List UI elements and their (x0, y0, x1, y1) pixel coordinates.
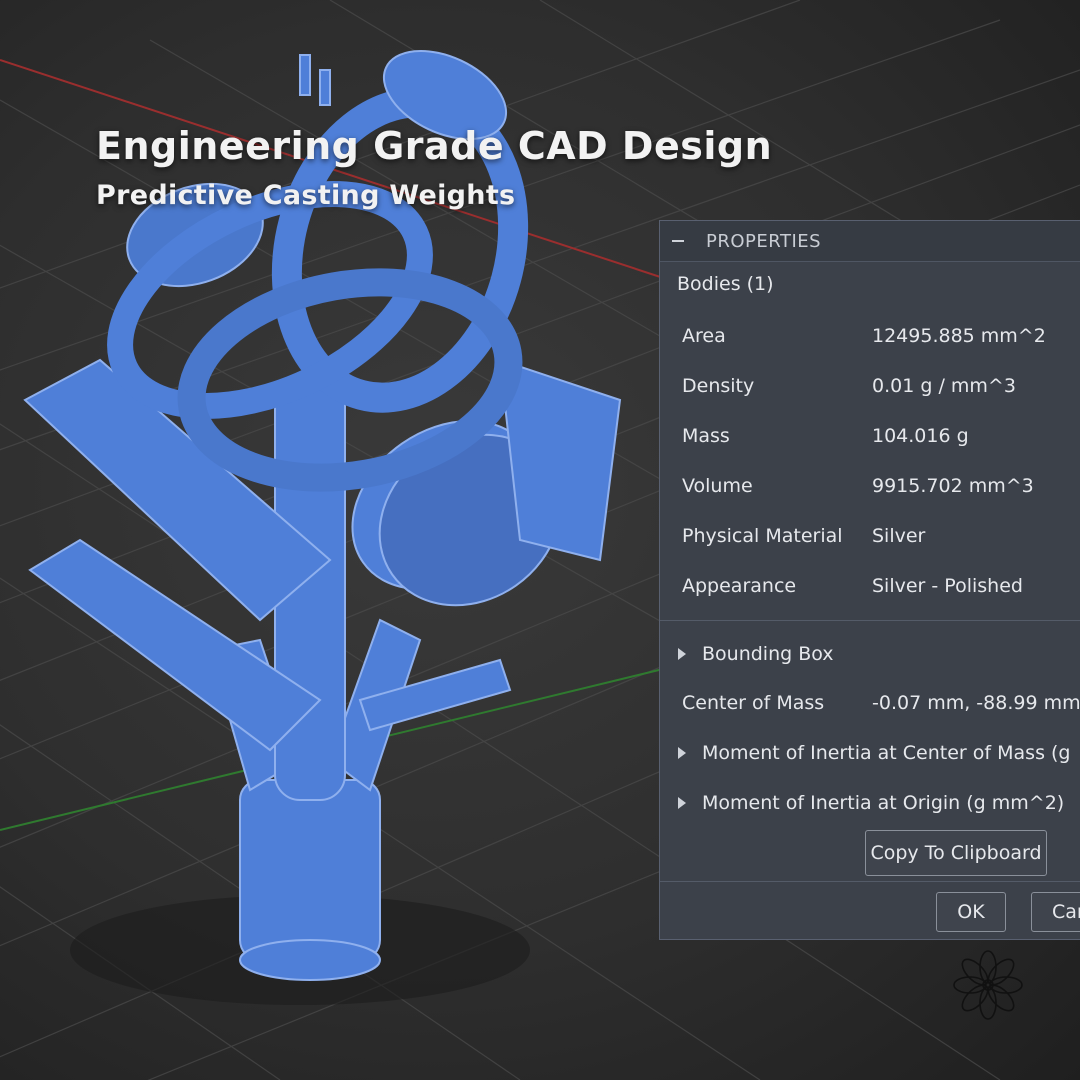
bounding-box-toggle[interactable]: Bounding Box (678, 639, 834, 669)
property-value: 9915.702 mm^3 (872, 475, 1034, 497)
ok-button[interactable]: OK (936, 892, 1006, 932)
moment-center-toggle[interactable]: Moment of Inertia at Center of Mass (g (678, 738, 1070, 768)
copy-to-clipboard-button[interactable]: Copy To Clipboard (865, 830, 1047, 876)
moment-center-label: Moment of Inertia at Center of Mass (g (702, 742, 1071, 764)
property-row-area: Area 12495.885 mm^2 (682, 321, 1046, 351)
bodies-section-label: Bodies (1) (677, 273, 774, 295)
property-value: Silver - Polished (872, 575, 1023, 597)
section-divider (660, 620, 1080, 621)
flower-logo-icon (953, 950, 1023, 1020)
property-label: Appearance (682, 575, 797, 597)
headline: Engineering Grade CAD Design (96, 124, 773, 168)
property-row-appearance: Appearance Silver - Polished (682, 571, 1023, 601)
panel-header[interactable]: PROPERTIES (660, 221, 1080, 262)
triangle-right-icon (678, 648, 686, 660)
property-row-volume: Volume 9915.702 mm^3 (682, 471, 1034, 501)
triangle-right-icon (678, 797, 686, 809)
subheadline: Predictive Casting Weights (96, 180, 516, 211)
property-label: Center of Mass (682, 692, 825, 714)
casting-tree-model[interactable] (23, 33, 622, 981)
panel-title: PROPERTIES (706, 230, 822, 252)
moment-origin-toggle[interactable]: Moment of Inertia at Origin (g mm^2) (678, 788, 1064, 818)
properties-panel: PROPERTIES Bodies (1) Area 12495.885 mm^… (659, 220, 1080, 940)
property-value: 0.01 g / mm^3 (872, 375, 1016, 397)
property-label: Density (682, 375, 755, 397)
property-row-center-of-mass: Center of Mass -0.07 mm, -88.99 mm, (682, 688, 1080, 718)
moment-origin-label: Moment of Inertia at Origin (g mm^2) (702, 792, 1065, 814)
triangle-right-icon (678, 747, 686, 759)
minus-icon[interactable] (672, 240, 684, 242)
bounding-box-label: Bounding Box (702, 643, 834, 665)
property-label: Mass (682, 425, 730, 447)
x-axis-line (0, 59, 701, 291)
property-label: Physical Material (682, 525, 843, 547)
property-label: Volume (682, 475, 753, 497)
property-value: Silver (872, 525, 926, 547)
footer-divider (660, 881, 1080, 882)
property-row-physical-material: Physical Material Silver (682, 521, 925, 551)
cancel-button[interactable]: Car (1031, 892, 1080, 932)
property-value: 104.016 g (872, 425, 969, 447)
property-row-density: Density 0.01 g / mm^3 (682, 371, 1016, 401)
property-label: Area (682, 325, 726, 347)
property-value: 12495.885 mm^2 (872, 325, 1046, 347)
property-row-mass: Mass 104.016 g (682, 421, 969, 451)
property-value: -0.07 mm, -88.99 mm, (872, 692, 1080, 714)
